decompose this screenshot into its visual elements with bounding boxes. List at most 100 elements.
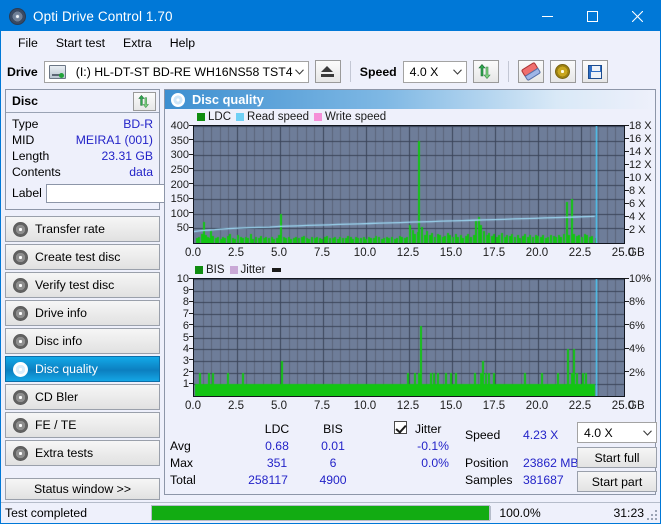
sidebar-item-transfer-rate[interactable]: Transfer rate [5, 216, 160, 242]
x-tick-label: 2.5 [228, 400, 244, 412]
sidebar-item-disc-info[interactable]: Disc info [5, 328, 160, 354]
save-floppy-icon [587, 64, 602, 79]
maximize-button[interactable] [570, 1, 615, 31]
stats-samples-value: 381687 [523, 473, 564, 487]
jitter-checkbox[interactable] [394, 421, 407, 435]
y-tick-mark [189, 382, 193, 384]
toolbar-divider [507, 61, 509, 82]
disc-row-value: 23.31 GB [101, 149, 154, 163]
y2-tick-label: 6 X [629, 198, 646, 210]
y2-tick-mark [625, 189, 629, 191]
sidebar-item-label: Extra tests [35, 446, 94, 460]
sidebar-item-drive-info[interactable]: Drive info [5, 300, 160, 326]
application-window: Opti Drive Control 1.70 File Start test … [0, 0, 661, 524]
close-button[interactable] [615, 1, 660, 31]
sidebar-item-fe-te[interactable]: FE / TE [5, 412, 160, 438]
start-full-button[interactable]: Start full [577, 447, 657, 468]
eject-button[interactable] [314, 60, 341, 83]
bis-chart-plot[interactable] [193, 278, 625, 397]
y2-tick-mark [625, 277, 629, 279]
y2-tick-mark [625, 215, 629, 217]
y-tick-mark [189, 197, 193, 199]
minimize-button[interactable] [525, 1, 570, 31]
x-tick-label: 20.0 [525, 247, 549, 259]
start-part-button[interactable]: Start part [577, 471, 657, 492]
disc-icon [13, 445, 28, 461]
save-button[interactable] [581, 60, 608, 83]
ldc-chart-legend: LDC Read speed Write speed [197, 111, 386, 123]
legend-swatch-icon [236, 113, 245, 121]
y-tick-label: 5 [182, 331, 189, 344]
disc-row-type: Type BD-R [12, 116, 153, 132]
progress-bar-fill [152, 506, 489, 520]
y2-tick-label: 18 X [629, 120, 652, 132]
x-axis-unit-label: GB [628, 400, 645, 412]
disc-row-key: Type [12, 117, 39, 131]
ldc-chart-plot[interactable] [193, 125, 625, 244]
menu-item-extra[interactable]: Extra [115, 33, 160, 53]
y2-tick-mark [625, 324, 629, 326]
y2-tick-label: 4 X [629, 211, 646, 223]
status-text: Test completed [5, 506, 87, 520]
sidebar-item-cd-bler[interactable]: CD Bler [5, 384, 160, 410]
sidebar-item-verify-test-disc[interactable]: Verify test disc [5, 272, 160, 298]
elapsed-time: 31:23 [613, 506, 645, 520]
speed-select-value: 4.0 X [409, 64, 439, 79]
title-bar: Opti Drive Control 1.70 [1, 1, 660, 31]
legend-label: Read speed [247, 111, 310, 123]
refresh-button[interactable] [472, 60, 499, 83]
y2-tick-mark [625, 202, 629, 204]
speed-select[interactable]: 4.0 X [402, 60, 467, 83]
x-tick-label: 10.0 [353, 247, 377, 259]
x-tick-label: 10.0 [353, 400, 377, 412]
y-tick-label: 10 [176, 273, 189, 285]
disc-tools-button[interactable] [549, 60, 576, 83]
x-tick-label: 12.5 [396, 247, 420, 259]
sidebar-item-create-test-disc[interactable]: Create test disc [5, 244, 160, 270]
chevron-down-icon [449, 62, 466, 82]
avg-jitter-value: -0.1% [417, 439, 449, 453]
y2-tick-mark [625, 163, 629, 165]
disc-refresh-button[interactable] [133, 91, 156, 111]
menu-item-help[interactable]: Help [162, 33, 203, 53]
status-window-button[interactable]: Status window >> [5, 478, 160, 500]
y-tick-label: 8 [182, 296, 189, 309]
sidebar-item-disc-quality[interactable]: Disc quality [5, 356, 160, 382]
y-tick-mark [189, 371, 193, 373]
refresh-icon [478, 64, 491, 79]
disc-panel-title: Disc [12, 94, 38, 108]
y-tick-mark [189, 289, 193, 291]
y-tick-label: 2 [182, 366, 189, 379]
drive-select[interactable]: (I:) HL-DT-ST BD-RE WH16NS58 TST4 [43, 60, 309, 83]
test-speed-select[interactable]: 4.0 X [577, 422, 657, 443]
stats-col-ldc: LDC [264, 422, 290, 436]
stats-row-max: Max [170, 456, 194, 470]
menu-bar: File Start test Extra Help [1, 31, 660, 54]
y-tick-mark [189, 324, 193, 326]
sidebar-item-extra-tests[interactable]: Extra tests [5, 440, 160, 466]
avg-ldc-value: 0.68 [265, 439, 289, 453]
stats-panel: LDC BIS Jitter Avg 0.68 0.01 -0.1% Max 3… [165, 420, 657, 494]
disc-row-value: BD-R [123, 117, 153, 131]
y-tick-mark [189, 212, 193, 214]
erase-button[interactable] [517, 60, 544, 83]
max-ldc-value: 351 [266, 456, 288, 470]
disc-row-key: MID [12, 133, 35, 147]
menu-item-file[interactable]: File [10, 33, 46, 53]
window-controls [525, 1, 660, 31]
disc-panel-header: Disc [6, 90, 159, 113]
legend-entry-jitter: Jitter [229, 264, 265, 276]
menu-item-start-test[interactable]: Start test [48, 33, 113, 53]
disc-row-key: Contents [12, 165, 61, 179]
disc-info-panel: Disc Type BD-R MID MEIRA1 (001) Length 2… [5, 89, 256, 210]
content-panel: Disc quality LDC Read speed Write speed … [164, 89, 657, 495]
stats-row-total: Total [170, 473, 196, 487]
sidebar-item-label: FE / TE [35, 418, 77, 432]
x-tick-label: 5.0 [271, 400, 287, 412]
y2-tick-label: 8 X [629, 185, 646, 197]
x-tick-label: 17.5 [482, 247, 506, 259]
legend-swatch-icon [314, 113, 323, 121]
disc-row-value: data [129, 165, 153, 179]
disc-properties: Type BD-R MID MEIRA1 (001) Length 23.31 … [6, 113, 256, 209]
resize-grip[interactable] [646, 509, 658, 521]
